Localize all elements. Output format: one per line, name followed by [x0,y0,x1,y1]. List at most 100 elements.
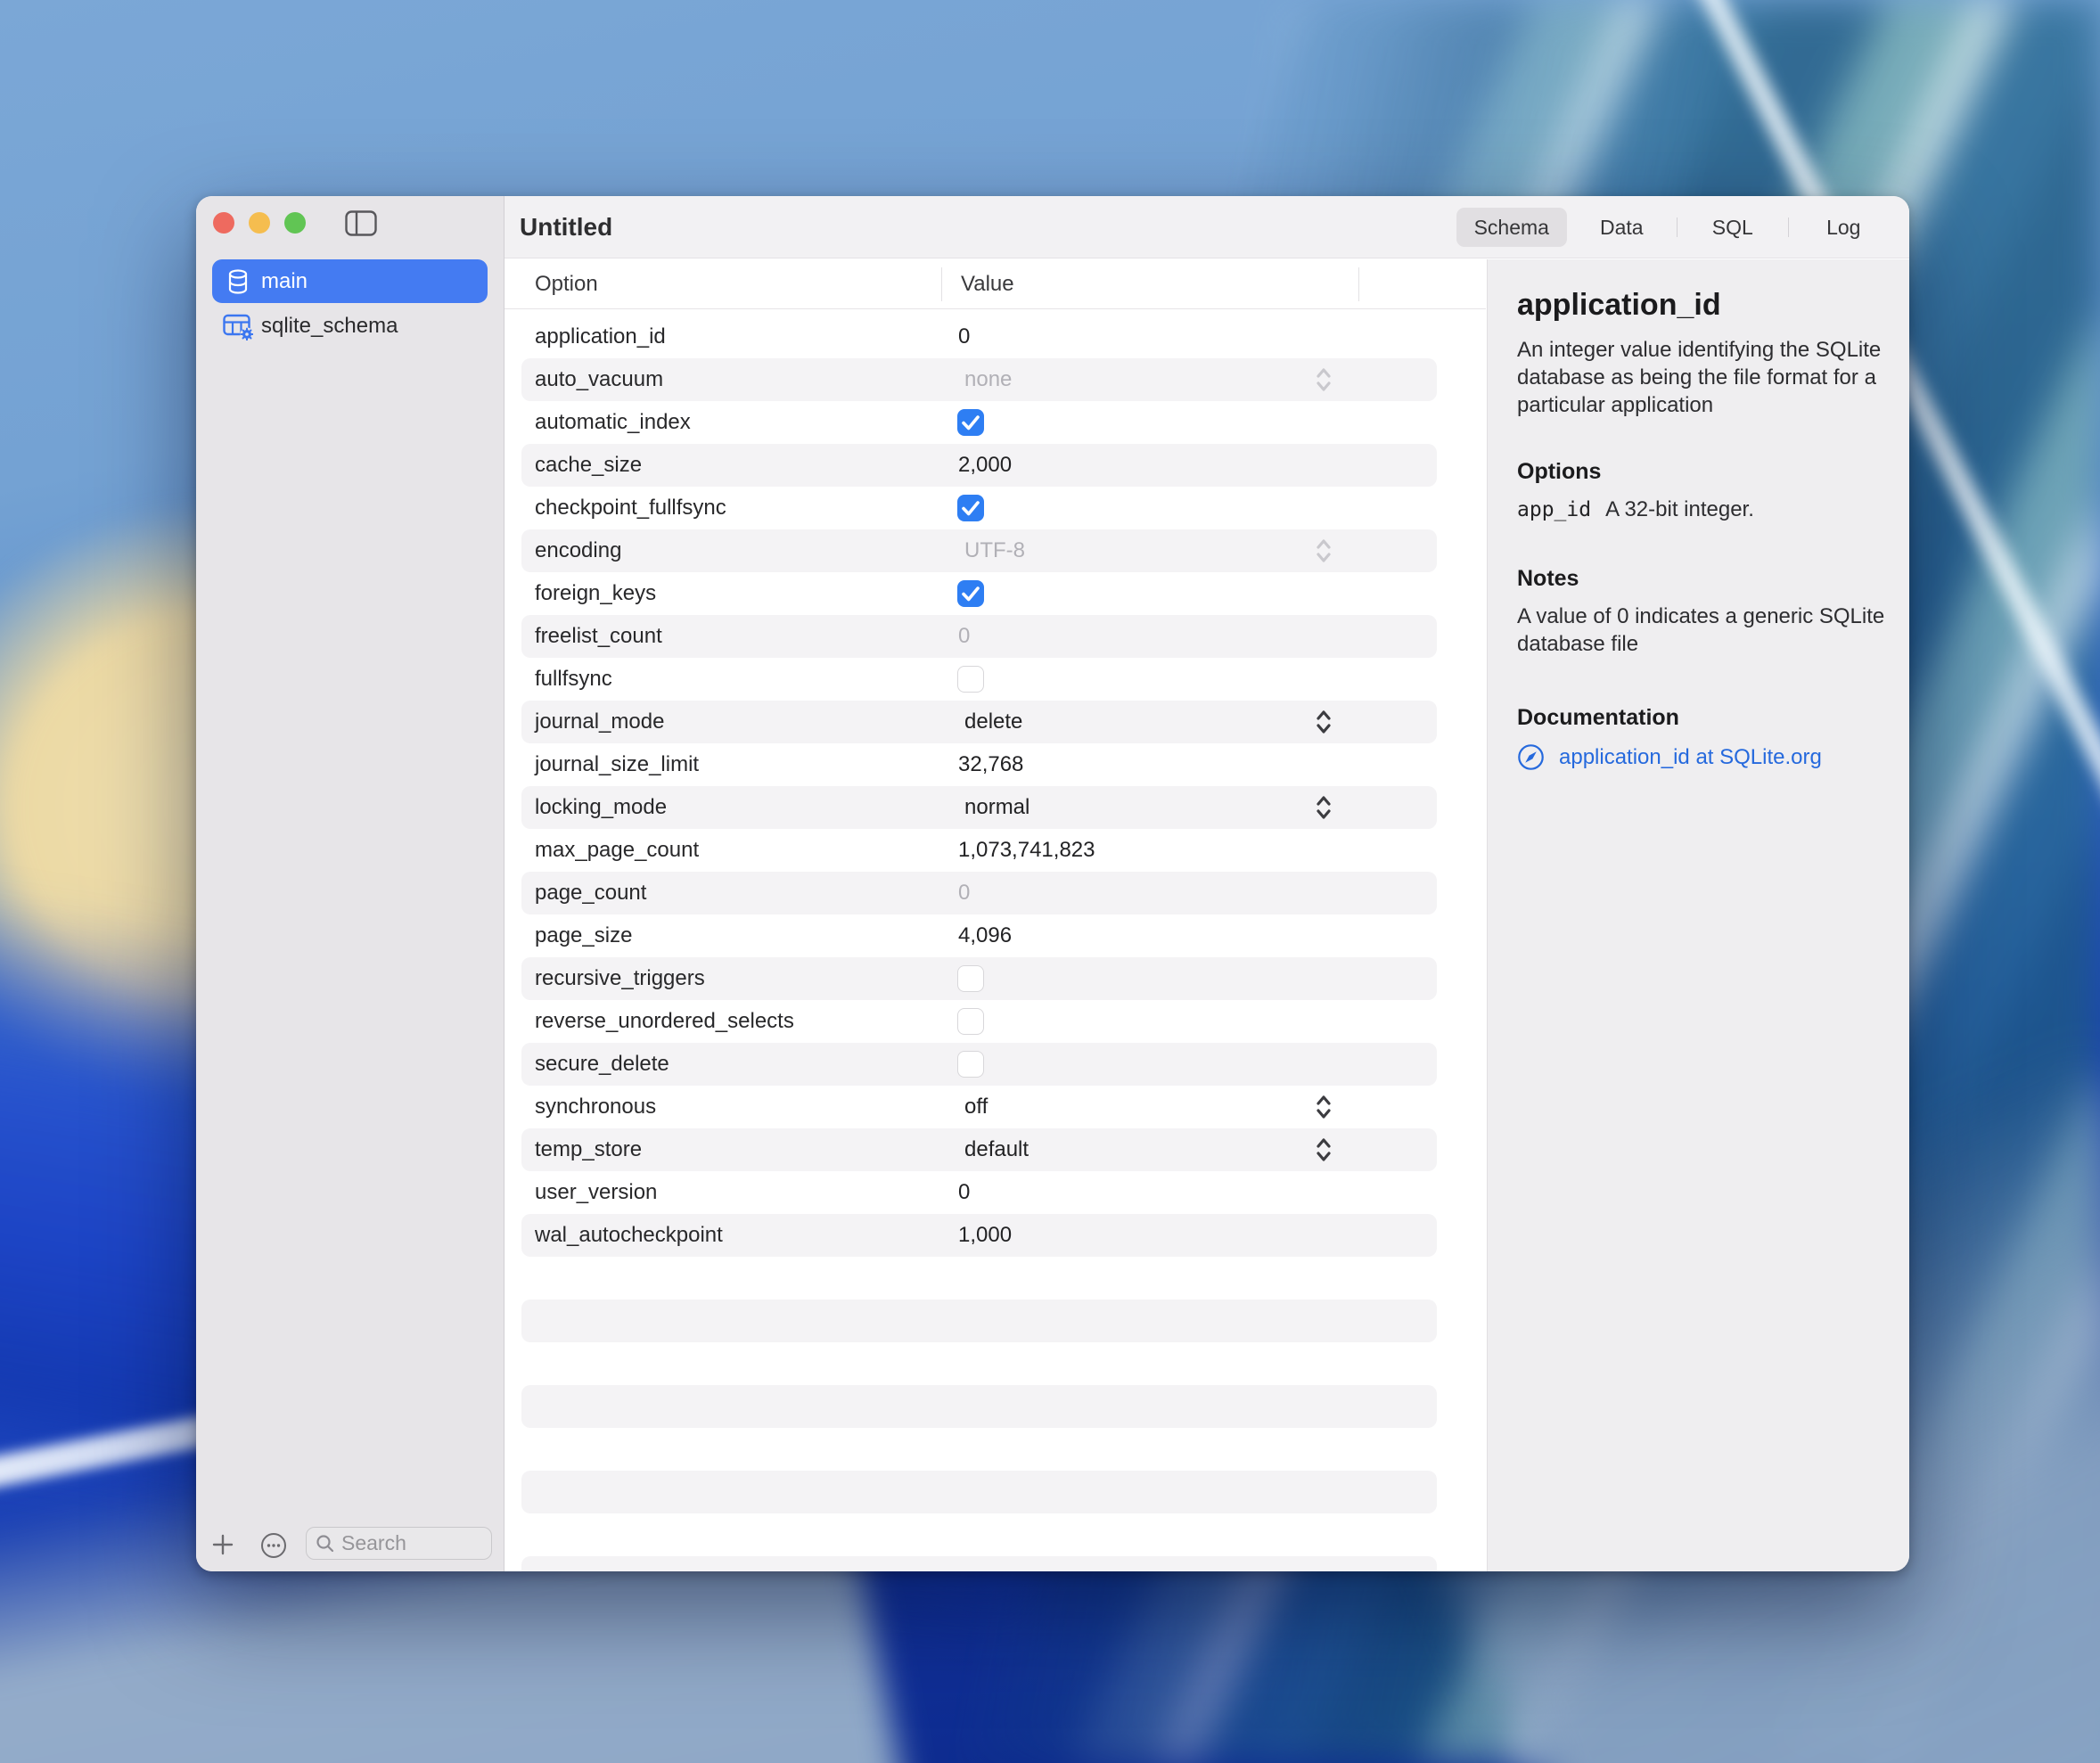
option-definition-row: app_id A 32-bit integer. [1517,496,1888,524]
column-header-value[interactable]: Value [961,259,1014,309]
value-select: UTF-8 [964,529,1025,572]
option-term: app_id [1517,498,1591,521]
search-input[interactable]: Search [306,1527,492,1560]
checkbox-unchecked[interactable] [957,1051,984,1078]
table-row-application_id: application_id 0 [521,316,1437,358]
table-row-freelist_count: freelist_count 0 [521,615,1437,658]
value-text[interactable]: 1,073,741,823 [958,829,1095,872]
stepper-icon[interactable] [1315,793,1333,822]
value-text[interactable]: 0 [958,1171,970,1214]
documentation-link-row: application_id at SQLite.org [1517,743,1888,771]
value-text[interactable]: 2,000 [958,444,1012,487]
table-row-reverse_unordered_selects: reverse_unordered_selects [521,1000,1437,1043]
stepper-icon[interactable] [1315,708,1333,736]
more-options-button[interactable] [260,1532,287,1559]
option-label: fullfsync [535,658,612,701]
value-select: none [964,358,1012,401]
tab-sql[interactable]: SQL [1678,208,1788,247]
option-label: application_id [535,316,666,358]
option-label: auto_vacuum [535,358,663,401]
value-text[interactable]: 1,000 [958,1214,1012,1257]
table-row-empty [521,1300,1437,1342]
checkbox-unchecked[interactable] [957,666,984,693]
database-icon [223,268,253,295]
option-label: page_count [535,872,646,914]
inspector-title: application_id [1517,286,1888,324]
sidebar-item-sqlite_schema[interactable]: sqlite_schema [212,304,488,348]
checkbox-checked[interactable] [957,495,984,521]
option-label: synchronous [535,1086,656,1128]
table-row-empty [521,1385,1437,1428]
minimize-button[interactable] [249,212,270,234]
table-row-empty [521,1342,1437,1385]
table-row-temp_store: temp_store default [521,1128,1437,1171]
app-window: main sqlite_schema [196,196,1909,1571]
option-label: encoding [535,529,621,572]
value-text: 0 [958,615,970,658]
value-select[interactable]: delete [964,701,1022,743]
stepper-icon[interactable] [1315,1136,1333,1164]
value-text[interactable]: 32,768 [958,743,1023,786]
checkbox-checked[interactable] [957,409,984,436]
zoom-button[interactable] [284,212,306,234]
checkbox-checked[interactable] [957,580,984,607]
value-select[interactable]: default [964,1128,1029,1171]
notes-text: A value of 0 indicates a generic SQLite … [1517,603,1888,658]
option-label: foreign_keys [535,572,656,615]
table-row-user_version: user_version 0 [521,1171,1437,1214]
sidebar-list: main sqlite_schema [196,259,504,348]
table-row-max_page_count: max_page_count 1,073,741,823 [521,829,1437,872]
tab-data[interactable]: Data [1567,208,1678,247]
checkbox-unchecked[interactable] [957,965,984,992]
table-row-page_size: page_size4,096 [521,914,1437,957]
sidebar: main sqlite_schema [196,196,504,1571]
window-title: Untitled [520,196,612,258]
value-text[interactable]: 4,096 [958,914,1012,957]
option-label: secure_delete [535,1043,669,1086]
checkbox-unchecked[interactable] [957,1008,984,1035]
option-label: user_version [535,1171,657,1214]
table-row-cache_size: cache_size 2,000 [521,444,1437,487]
stepper-icon [1315,365,1333,394]
desktop: main sqlite_schema [0,0,2100,1763]
table-header: Option Value [504,259,1486,309]
notes-heading: Notes [1517,565,1888,592]
sidebar-toggle-button[interactable] [345,210,377,236]
option-definition: A 32-bit integer. [1605,497,1754,521]
table-row-empty [521,1428,1437,1471]
option-label: cache_size [535,444,642,487]
table-row-page_count: page_count 0 [521,872,1437,914]
stepper-icon[interactable] [1315,1093,1333,1121]
column-divider [941,267,942,301]
option-label: temp_store [535,1128,642,1171]
sidebar-bottom-bar: Search [196,1514,504,1571]
table-row-encoding: encoding UTF-8 [521,529,1437,572]
option-label: locking_mode [535,786,667,829]
value-text: 0 [958,872,970,914]
option-label: checkpoint_fullfsync [535,487,726,529]
search-icon [316,1534,335,1554]
add-button[interactable] [211,1533,234,1556]
view-tabs: SchemaDataSQLLog [1456,208,1899,247]
value-text[interactable]: 0 [958,316,970,358]
close-button[interactable] [213,212,234,234]
value-select[interactable]: off [964,1086,988,1128]
option-label: max_page_count [535,829,699,872]
options-heading: Options [1517,458,1888,485]
sidebar-item-main[interactable]: main [212,259,488,303]
table-row-wal_autocheckpoint: wal_autocheckpoint1,000 [521,1214,1437,1257]
option-label: freelist_count [535,615,662,658]
tab-schema[interactable]: Schema [1456,208,1567,247]
table-row-fullfsync: fullfsync [521,658,1437,701]
table-row-synchronous: synchronous off [521,1086,1437,1128]
value-select[interactable]: normal [964,786,1029,829]
table-body: application_id 0 auto_vacuum none automatic_… [504,309,1486,1571]
pragma-table: Option Value application_id0auto_vacuumn… [504,259,1486,1571]
tab-log[interactable]: Log [1789,208,1899,247]
documentation-link[interactable]: application_id at SQLite.org [1559,745,1822,770]
option-label: automatic_index [535,401,691,444]
option-label: journal_size_limit [535,743,699,786]
documentation-heading: Documentation [1517,704,1888,731]
table-row-automatic_index: automatic_index [521,401,1437,444]
column-header-option[interactable]: Option [535,259,598,309]
